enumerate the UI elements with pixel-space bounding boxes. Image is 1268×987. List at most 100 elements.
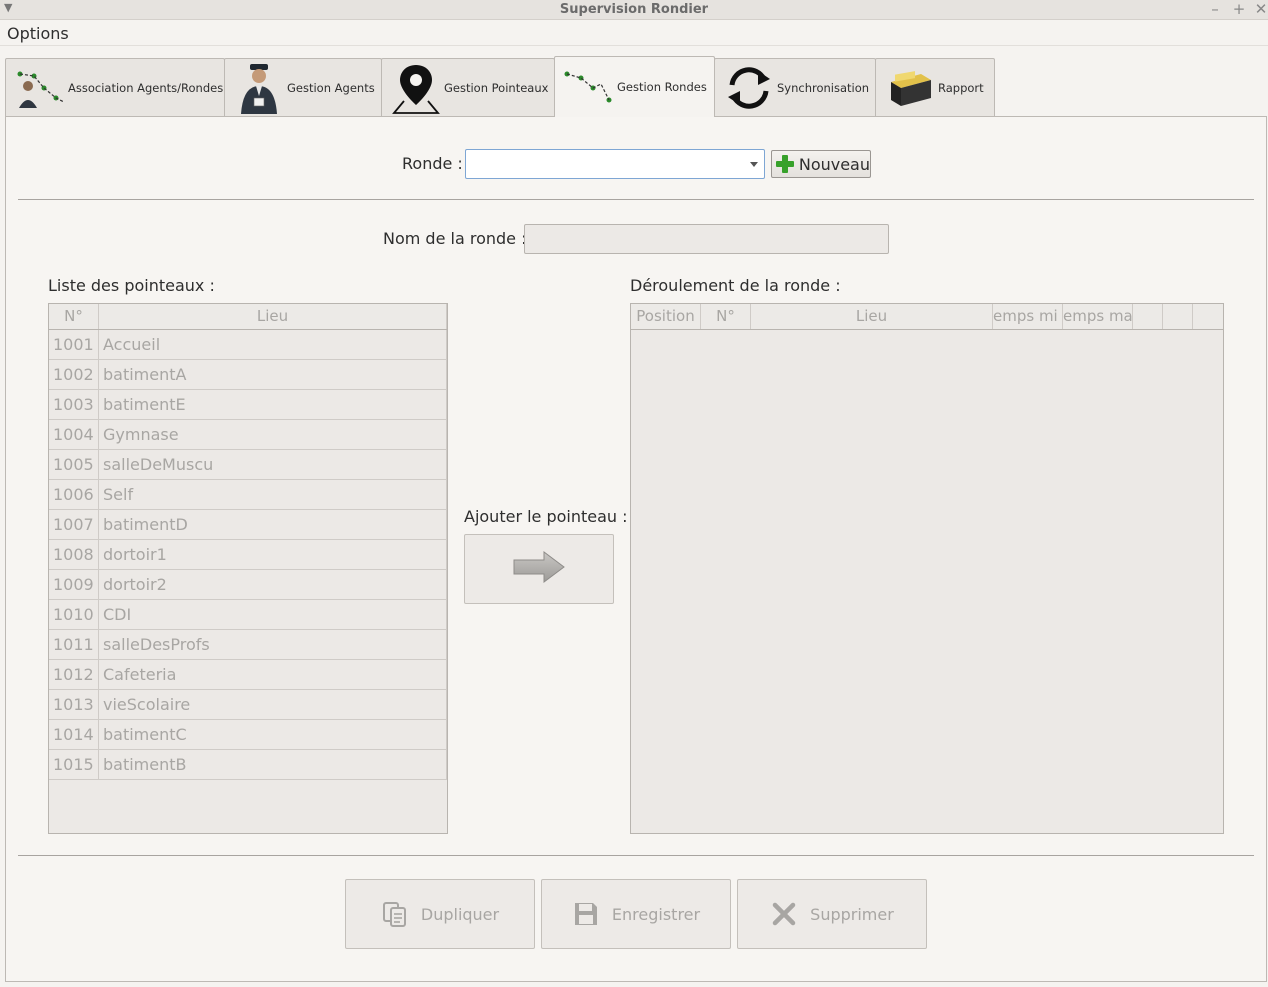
cell-numero: 1004 bbox=[49, 420, 99, 449]
duplicate-button[interactable]: Dupliquer bbox=[345, 879, 535, 949]
duplicate-label: Dupliquer bbox=[420, 904, 500, 924]
map-pin-icon bbox=[390, 62, 442, 114]
save-icon bbox=[572, 900, 600, 928]
cell-lieu: Accueil bbox=[99, 330, 447, 359]
maximize-icon[interactable]: + bbox=[1231, 0, 1247, 18]
menu-bar: Options bbox=[0, 21, 1268, 46]
tab-label: Synchronisation bbox=[777, 80, 870, 95]
ronde-select[interactable] bbox=[465, 149, 765, 179]
table-row[interactable]: 1007 batimentD bbox=[49, 510, 447, 540]
cell-numero: 1002 bbox=[49, 360, 99, 389]
cell-lieu: Gymnase bbox=[99, 420, 447, 449]
cell-lieu: batimentC bbox=[99, 720, 447, 749]
tab-label: Gestion Agents bbox=[287, 80, 375, 95]
table-row[interactable]: 1005 salleDeMuscu bbox=[49, 450, 447, 480]
window-title: Supervision Rondier bbox=[559, 2, 709, 17]
table-row[interactable]: 1012 Cafeteria bbox=[49, 660, 447, 690]
cell-lieu: vieScolaire bbox=[99, 690, 447, 719]
table-row[interactable]: 1001 Accueil bbox=[49, 330, 447, 360]
column-header-lieu[interactable]: Lieu bbox=[99, 304, 447, 329]
save-label: Enregistrer bbox=[611, 904, 701, 924]
column-header-lieu[interactable]: Lieu bbox=[751, 304, 993, 329]
cell-lieu: dortoir1 bbox=[99, 540, 447, 569]
tab-label: Association Agents/Rondes bbox=[68, 80, 224, 95]
tab-gestion-agents[interactable]: Gestion Agents bbox=[224, 58, 382, 116]
cell-numero: 1014 bbox=[49, 720, 99, 749]
pointeaux-table-body: 1001 Accueil 1002 batimentA 1003 batimentE 100… bbox=[49, 330, 447, 780]
cell-numero: 1001 bbox=[49, 330, 99, 359]
cell-lieu: batimentA bbox=[99, 360, 447, 389]
column-header-numero[interactable]: N° bbox=[701, 304, 751, 329]
table-row[interactable]: 1006 Self bbox=[49, 480, 447, 510]
cell-numero: 1003 bbox=[49, 390, 99, 419]
cell-lieu: salleDeMuscu bbox=[99, 450, 447, 479]
table-row[interactable]: 1013 vieScolaire bbox=[49, 690, 447, 720]
cell-numero: 1009 bbox=[49, 570, 99, 599]
tab-label: Gestion Rondes bbox=[617, 80, 707, 94]
column-header-temps-max[interactable]: emps ma bbox=[1063, 304, 1133, 329]
column-header-temps-min[interactable]: emps mi bbox=[993, 304, 1063, 329]
liste-pointeaux-label: Liste des pointeaux : bbox=[48, 276, 215, 295]
table-row[interactable]: 1004 Gymnase bbox=[49, 420, 447, 450]
cell-lieu: batimentD bbox=[99, 510, 447, 539]
cell-numero: 1015 bbox=[49, 750, 99, 779]
ajouter-pointeau-label: Ajouter le pointeau : bbox=[464, 507, 628, 526]
cell-lieu: dortoir2 bbox=[99, 570, 447, 599]
tab-gestion-pointeaux[interactable]: Gestion Pointeaux bbox=[381, 58, 555, 116]
cell-numero: 1011 bbox=[49, 630, 99, 659]
plus-icon bbox=[774, 153, 796, 175]
route-icon bbox=[563, 61, 615, 113]
arrow-right-icon bbox=[512, 550, 566, 588]
column-header-numero[interactable]: N° bbox=[49, 304, 99, 329]
cell-lieu: Self bbox=[99, 480, 447, 509]
column-header-extra-3[interactable] bbox=[1193, 304, 1223, 329]
delete-button[interactable]: Supprimer bbox=[737, 879, 927, 949]
cell-numero: 1005 bbox=[49, 450, 99, 479]
new-ronde-label: Nouveau bbox=[798, 154, 870, 174]
table-row[interactable]: 1010 CDI bbox=[49, 600, 447, 630]
cell-lieu: salleDesProfs bbox=[99, 630, 447, 659]
close-icon[interactable]: ✕ bbox=[1253, 0, 1268, 18]
cell-numero: 1013 bbox=[49, 690, 99, 719]
deroulement-table[interactable]: Position N° Lieu emps mi emps ma bbox=[630, 303, 1224, 834]
table-row[interactable]: 1008 dortoir1 bbox=[49, 540, 447, 570]
column-header-extra-2[interactable] bbox=[1163, 304, 1193, 329]
table-row[interactable]: 1003 batimentE bbox=[49, 390, 447, 420]
column-header-extra-1[interactable] bbox=[1133, 304, 1163, 329]
pointeaux-table[interactable]: N° Lieu 1001 Accueil 1002 batimentA 1003 bati… bbox=[48, 303, 448, 834]
deroulement-table-header: Position N° Lieu emps mi emps ma bbox=[631, 304, 1223, 330]
minimize-icon[interactable]: – bbox=[1207, 0, 1223, 18]
tab-synchronisation[interactable]: Synchronisation bbox=[714, 58, 876, 116]
cell-lieu: batimentE bbox=[99, 390, 447, 419]
cell-numero: 1008 bbox=[49, 540, 99, 569]
tab-label: Rapport bbox=[938, 80, 984, 95]
table-row[interactable]: 1014 batimentC bbox=[49, 720, 447, 750]
duplicate-icon bbox=[381, 900, 409, 928]
table-row[interactable]: 1015 batimentB bbox=[49, 750, 447, 780]
route-agents-icon bbox=[14, 62, 66, 114]
cell-lieu: CDI bbox=[99, 600, 447, 629]
report-box-icon bbox=[884, 62, 936, 114]
tab-rapport[interactable]: Rapport bbox=[875, 58, 995, 116]
new-ronde-button[interactable]: Nouveau bbox=[771, 150, 871, 178]
tab-association[interactable]: Association Agents/Rondes bbox=[5, 58, 225, 116]
divider-bottom bbox=[18, 855, 1254, 856]
cell-lieu: Cafeteria bbox=[99, 660, 447, 689]
add-pointeau-button[interactable] bbox=[464, 534, 614, 604]
cell-lieu: batimentB bbox=[99, 750, 447, 779]
menu-options[interactable]: Options bbox=[7, 24, 69, 43]
column-header-position[interactable]: Position bbox=[631, 304, 701, 329]
table-row[interactable]: 1009 dortoir2 bbox=[49, 570, 447, 600]
cell-numero: 1007 bbox=[49, 510, 99, 539]
delete-icon bbox=[770, 900, 798, 928]
cell-numero: 1006 bbox=[49, 480, 99, 509]
nom-ronde-input[interactable] bbox=[524, 224, 889, 254]
delete-label: Supprimer bbox=[810, 904, 894, 924]
table-row[interactable]: 1011 salleDesProfs bbox=[49, 630, 447, 660]
table-row[interactable]: 1002 batimentA bbox=[49, 360, 447, 390]
tab-gestion-rondes[interactable]: Gestion Rondes bbox=[554, 56, 715, 117]
title-bar: ▼ Supervision Rondier – + ✕ bbox=[0, 0, 1268, 20]
deroulement-label: Déroulement de la ronde : bbox=[630, 276, 841, 295]
save-button[interactable]: Enregistrer bbox=[541, 879, 731, 949]
divider-top bbox=[18, 199, 1254, 200]
